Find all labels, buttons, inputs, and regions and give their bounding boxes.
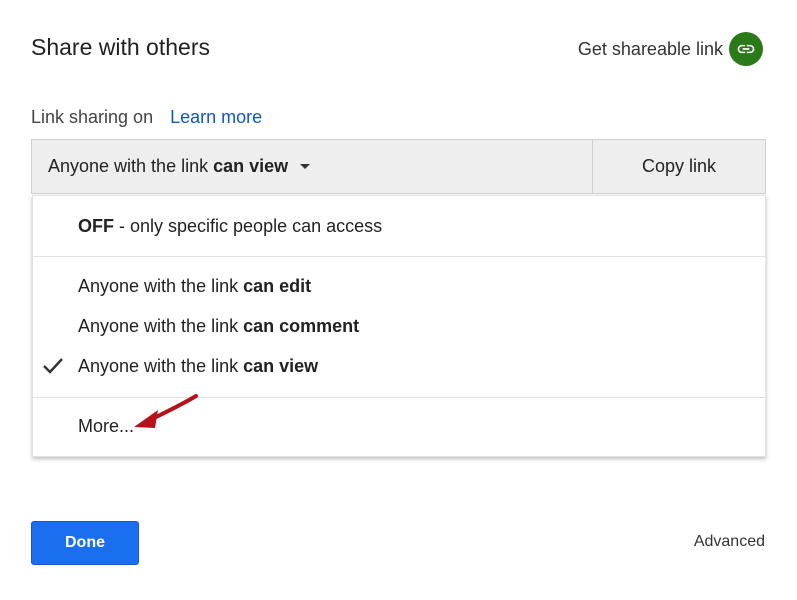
link-icon — [729, 32, 763, 66]
link-permission-row: Anyone with the link can view Copy link — [31, 139, 766, 194]
dialog-title: Share with others — [31, 34, 210, 60]
menu-item-can-edit[interactable]: Anyone with the link can edit — [33, 267, 765, 305]
menu-item-more-label: More... — [78, 415, 135, 436]
get-shareable-link-button[interactable]: Get shareable link — [578, 32, 763, 66]
menu-item-prefix: Anyone with the link — [78, 275, 244, 296]
menu-item-bold: can comment — [243, 315, 360, 336]
menu-item-bold: can view — [243, 355, 319, 376]
menu-item-can-view[interactable]: Anyone with the link can view — [33, 347, 765, 385]
advanced-link[interactable]: Advanced — [694, 533, 765, 551]
link-sharing-status: Link sharing on Learn more — [31, 107, 262, 128]
link-permission-dropdown[interactable]: Anyone with the link can view — [32, 140, 592, 193]
done-button[interactable]: Done — [31, 521, 139, 565]
caret-down-icon — [300, 164, 311, 169]
permission-level: can view — [213, 156, 289, 176]
permission-prefix: Anyone with the link — [48, 156, 209, 176]
menu-divider — [33, 256, 765, 257]
menu-item-off[interactable]: OFF - only specific people can access — [33, 207, 765, 245]
learn-more-link[interactable]: Learn more — [170, 107, 262, 127]
menu-item-can-comment[interactable]: Anyone with the link can comment — [33, 307, 765, 345]
check-icon — [43, 358, 63, 374]
copy-link-button[interactable]: Copy link — [592, 140, 765, 193]
menu-item-prefix: Anyone with the link — [78, 355, 244, 376]
link-sharing-label: Link sharing on — [31, 107, 154, 127]
share-dialog: Share with others Get shareable link Lin… — [0, 0, 797, 600]
get-shareable-link-label: Get shareable link — [577, 38, 723, 59]
menu-item-off-bold: OFF — [78, 215, 114, 236]
annotation-arrow — [134, 394, 198, 428]
menu-item-bold: can edit — [243, 275, 312, 296]
menu-item-prefix: Anyone with the link — [78, 315, 244, 336]
menu-item-off-rest: - only specific people can access — [114, 215, 383, 236]
